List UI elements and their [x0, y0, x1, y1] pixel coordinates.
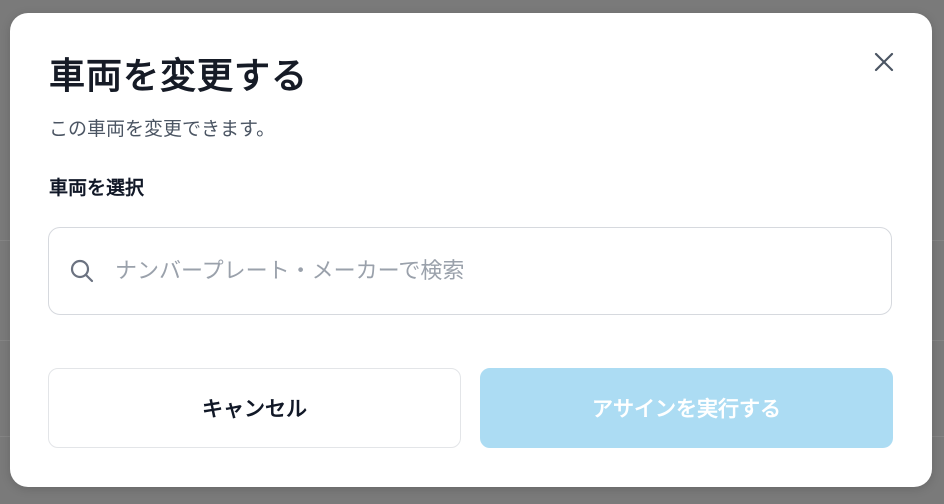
- vehicle-search-input[interactable]: [113, 257, 857, 285]
- modal-title: 車両を変更する: [49, 56, 309, 97]
- vehicle-search-box[interactable]: [48, 227, 892, 315]
- search-icon: [69, 258, 95, 284]
- close-button[interactable]: [870, 48, 898, 76]
- modal-subtitle: この車両を変更できます。: [49, 118, 276, 140]
- cancel-button[interactable]: キャンセル: [48, 368, 461, 448]
- vehicle-select-label: 車両を選択: [49, 177, 145, 199]
- close-icon: [874, 52, 894, 72]
- assign-button[interactable]: アサインを実行する: [480, 368, 893, 448]
- change-vehicle-modal: 車両を変更する この車両を変更できます。 車両を選択 キャンセル アサインを実行…: [10, 13, 932, 487]
